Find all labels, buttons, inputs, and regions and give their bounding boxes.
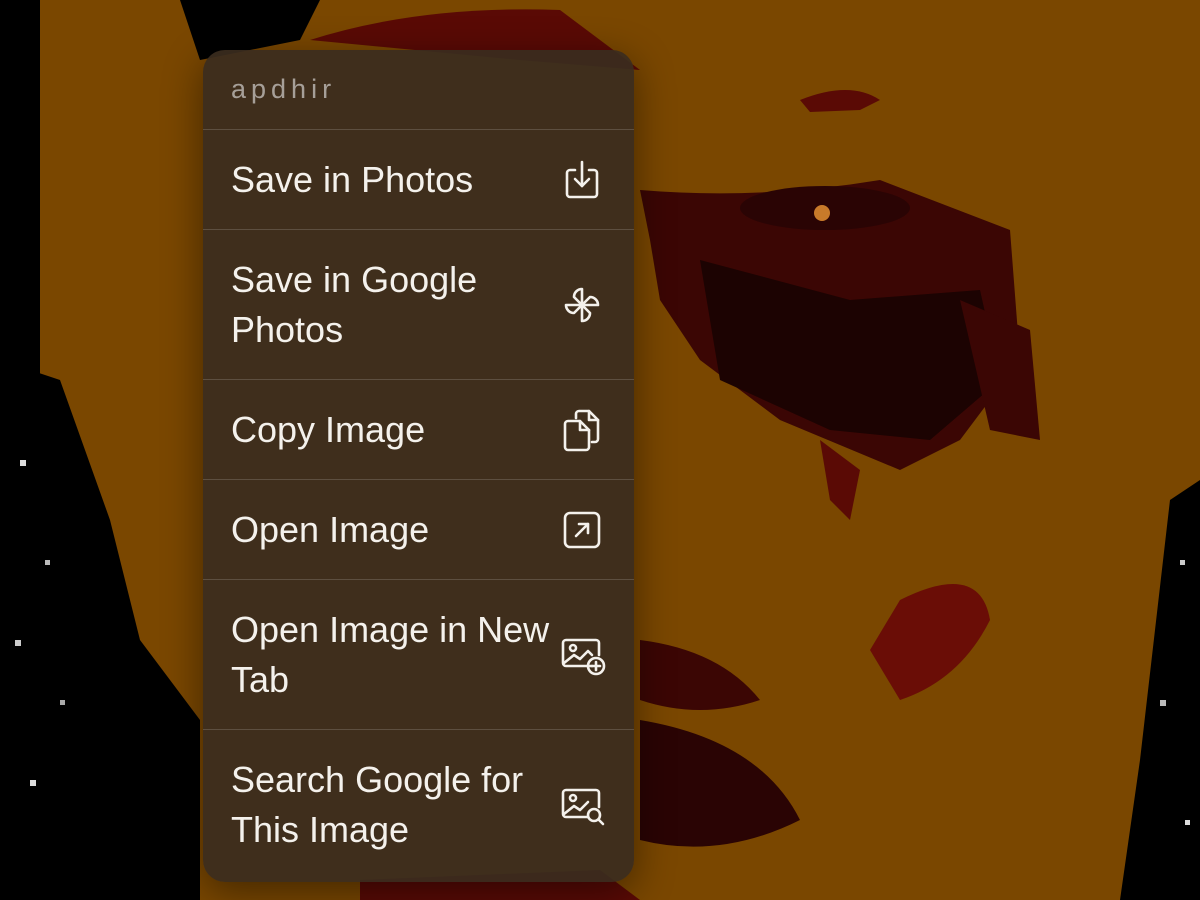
image-search-icon bbox=[556, 779, 608, 831]
menu-item-label: Save in Photos bbox=[231, 158, 474, 200]
screen: apdhir Save in Photos Save in Google Pho… bbox=[0, 0, 1200, 900]
menu-item-label: Open Image in New Tab bbox=[231, 608, 550, 700]
open-external-arrow-icon bbox=[556, 504, 608, 556]
menu-item-label: Copy Image bbox=[231, 408, 426, 450]
menu-item-save-in-photos[interactable]: Save in Photos bbox=[203, 130, 634, 230]
menu-item-copy-image[interactable]: Copy Image bbox=[203, 380, 634, 480]
context-menu-title: apdhir bbox=[231, 74, 337, 104]
image-plus-icon bbox=[556, 629, 608, 681]
menu-item-open-image-in-new-tab[interactable]: Open Image in New Tab bbox=[203, 580, 634, 730]
menu-item-label: Search Google for This Image bbox=[231, 759, 524, 850]
menu-item-label: Open Image bbox=[231, 508, 430, 550]
menu-item-search-google-for-image[interactable]: Search Google for This Image bbox=[203, 730, 634, 880]
save-download-icon bbox=[556, 154, 608, 206]
google-photos-pinwheel-icon bbox=[556, 279, 608, 331]
copy-document-icon bbox=[556, 404, 608, 456]
context-menu: apdhir Save in Photos Save in Google Pho… bbox=[203, 50, 634, 882]
context-menu-header: apdhir bbox=[203, 50, 634, 130]
menu-item-label: Save in Google Photos bbox=[231, 258, 478, 350]
menu-item-open-image[interactable]: Open Image bbox=[203, 480, 634, 580]
menu-item-save-in-google-photos[interactable]: Save in Google Photos bbox=[203, 230, 634, 380]
